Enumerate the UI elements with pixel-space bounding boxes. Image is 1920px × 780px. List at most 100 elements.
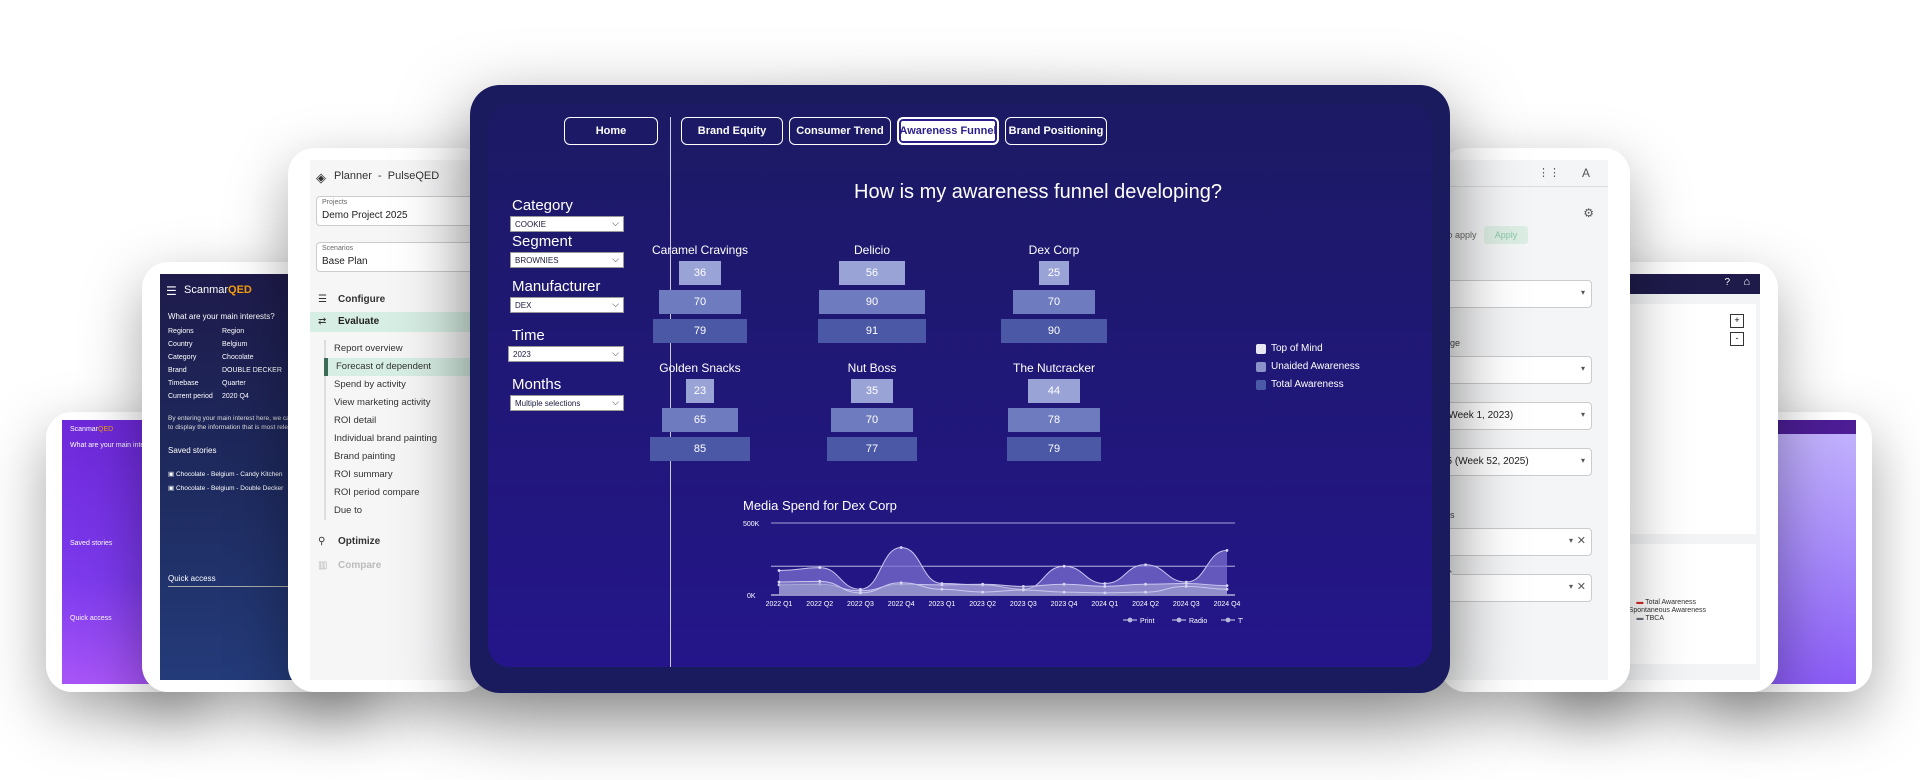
end-week-value: 25 (Week 52, 2025)	[1441, 456, 1529, 467]
projects-field[interactable]: Projects Demo Project 2025	[316, 196, 488, 226]
interest-key: Brand	[168, 367, 187, 374]
data-point[interactable]	[1021, 588, 1025, 592]
nav-optimize[interactable]: Optimize	[338, 536, 380, 547]
data-point[interactable]	[818, 566, 822, 570]
top-of-mind-bar[interactable]: 23	[686, 379, 714, 403]
submenu-item[interactable]: View marketing activity	[324, 394, 488, 412]
nav-configure[interactable]: Configure	[338, 294, 385, 305]
tab-brand-equity[interactable]: Brand Equity	[681, 117, 783, 145]
data-point[interactable]	[818, 579, 822, 583]
legend-swatch	[1256, 379, 1266, 390]
small-saved: Saved stories	[70, 540, 113, 547]
data-point[interactable]	[1225, 584, 1229, 588]
data-point[interactable]	[1144, 563, 1147, 567]
tab-consumer-trend[interactable]: Consumer Trend	[789, 117, 891, 145]
nav-compare[interactable]: Compare	[338, 560, 381, 571]
zoom-in-button[interactable]: +	[1730, 314, 1744, 328]
data-point[interactable]	[981, 582, 985, 586]
data-point[interactable]	[1103, 582, 1107, 585]
filter-reset-icon[interactable]: ⚙	[1583, 206, 1594, 220]
unaided-awareness-bar[interactable]: 65	[661, 408, 739, 432]
chevron-down-icon: ▾	[1568, 582, 1573, 591]
data-point[interactable]	[981, 590, 985, 594]
options-select[interactable]: ▾ ✕	[1440, 528, 1592, 556]
nav-evaluate-row[interactable]: ⇄ Evaluate	[310, 312, 488, 332]
top-of-mind-bar[interactable]: 25	[1039, 261, 1069, 285]
total-awareness-bar[interactable]: 79	[1007, 437, 1101, 461]
menu-icon[interactable]: ☰	[166, 284, 177, 298]
tab-awareness-funnel[interactable]: Awareness Funnel	[897, 117, 999, 145]
unaided-awareness-bar[interactable]: 90	[818, 290, 926, 314]
story-item[interactable]: ▣ Chocolate - Belgium - Double Decker	[168, 484, 283, 492]
time-select[interactable]: 2023 ⌵	[508, 346, 624, 362]
data-point[interactable]	[940, 587, 944, 591]
data-point[interactable]	[1062, 564, 1066, 568]
submenu-item[interactable]: ROI period compare	[324, 484, 488, 502]
story-item[interactable]: ▣ Chocolate - Belgium - Candy Kitchen	[168, 470, 283, 478]
top-of-mind-bar[interactable]: 36	[678, 261, 722, 285]
submenu-item[interactable]: Forecast of dependent	[324, 358, 488, 376]
top-of-mind-bar[interactable]: 44	[1028, 379, 1080, 403]
data-point[interactable]	[1103, 591, 1107, 595]
data-point[interactable]	[1021, 584, 1025, 588]
home-icon[interactable]: ⌂	[1743, 276, 1750, 288]
data-point[interactable]	[899, 581, 903, 585]
configure-icon: ☰	[318, 294, 327, 305]
unaided-awareness-bar[interactable]: 70	[1012, 290, 1096, 314]
data-point[interactable]	[1225, 548, 1229, 552]
submenu-item[interactable]: Brand painting	[324, 448, 488, 466]
submenu-item[interactable]: Report overview	[324, 340, 488, 358]
home-button[interactable]: Home	[564, 117, 658, 145]
submenu-item[interactable]: Spend by activity	[324, 376, 488, 394]
total-awareness-bar[interactable]: 91	[818, 319, 926, 343]
tab-brand-positioning[interactable]: Brand Positioning	[1005, 117, 1107, 145]
category-select[interactable]: COOKIE ⌵	[510, 216, 624, 232]
months-select[interactable]: Multiple selections ⌵	[510, 395, 624, 411]
total-awareness-bar[interactable]: 90	[1000, 319, 1108, 343]
submenu-item[interactable]: Due to	[324, 502, 488, 520]
segment-select[interactable]: BROWNIES ⌵	[510, 252, 624, 268]
apps-grid-icon[interactable]: ⋮⋮	[1538, 166, 1560, 179]
data-point[interactable]	[1103, 584, 1107, 588]
unaided-awareness-bar[interactable]: 70	[830, 408, 914, 432]
clear-icon[interactable]: ✕	[1577, 580, 1586, 593]
data-point[interactable]	[1144, 582, 1147, 586]
data-point[interactable]	[899, 546, 903, 549]
total-awareness-bar[interactable]: 79	[653, 319, 747, 343]
data-point[interactable]	[777, 569, 781, 572]
data-point[interactable]	[940, 583, 944, 587]
start-week-select[interactable]: (Week 1, 2023) ▾	[1440, 402, 1592, 430]
data-point[interactable]	[1184, 584, 1188, 588]
brand-name: Caramel Cravings	[651, 243, 749, 257]
submenu-item[interactable]: Individual brand painting	[324, 430, 488, 448]
data-point[interactable]	[1062, 582, 1066, 586]
total-awareness-bar[interactable]: 85	[649, 437, 751, 461]
top-of-mind-bar[interactable]: 35	[851, 379, 893, 403]
help-icon[interactable]: ?	[1724, 277, 1730, 288]
data-point[interactable]	[859, 591, 862, 595]
scenarios-field[interactable]: Scenarios Base Plan	[316, 242, 488, 272]
manufacturer-select[interactable]: DEX ⌵	[510, 297, 624, 313]
apply-button[interactable]: Apply	[1484, 226, 1528, 244]
segment-value: BROWNIES	[515, 255, 559, 265]
data-point[interactable]	[777, 580, 781, 584]
zoom-out-button[interactable]: -	[1730, 332, 1744, 346]
submenu-item[interactable]: ROI summary	[324, 466, 488, 484]
data-point[interactable]	[1184, 582, 1188, 585]
clear-icon[interactable]: ✕	[1577, 534, 1586, 547]
unaided-awareness-bar[interactable]: 70	[658, 290, 742, 314]
unaided-awareness-bar[interactable]: 78	[1007, 408, 1100, 432]
required-select[interactable]: y* ▾ ✕	[1440, 569, 1592, 602]
data-point[interactable]	[1225, 587, 1229, 591]
data-point[interactable]	[1062, 590, 1066, 594]
chevron-down-icon: ⌵	[612, 254, 619, 264]
submenu-item[interactable]: ROI detail	[324, 412, 488, 430]
range-select[interactable]: ▾	[1440, 356, 1592, 384]
total-awareness-bar[interactable]: 77	[826, 437, 918, 461]
select-field[interactable]: ▾	[1440, 280, 1592, 308]
end-week-select[interactable]: 25 (Week 52, 2025) ▾	[1440, 448, 1592, 476]
planner-screen: ◈ Planner - PulseQED Projects Demo Proje…	[310, 160, 488, 680]
data-point[interactable]	[1144, 590, 1147, 594]
translate-icon[interactable]: A	[1582, 166, 1590, 180]
top-of-mind-bar[interactable]: 56	[838, 261, 906, 285]
